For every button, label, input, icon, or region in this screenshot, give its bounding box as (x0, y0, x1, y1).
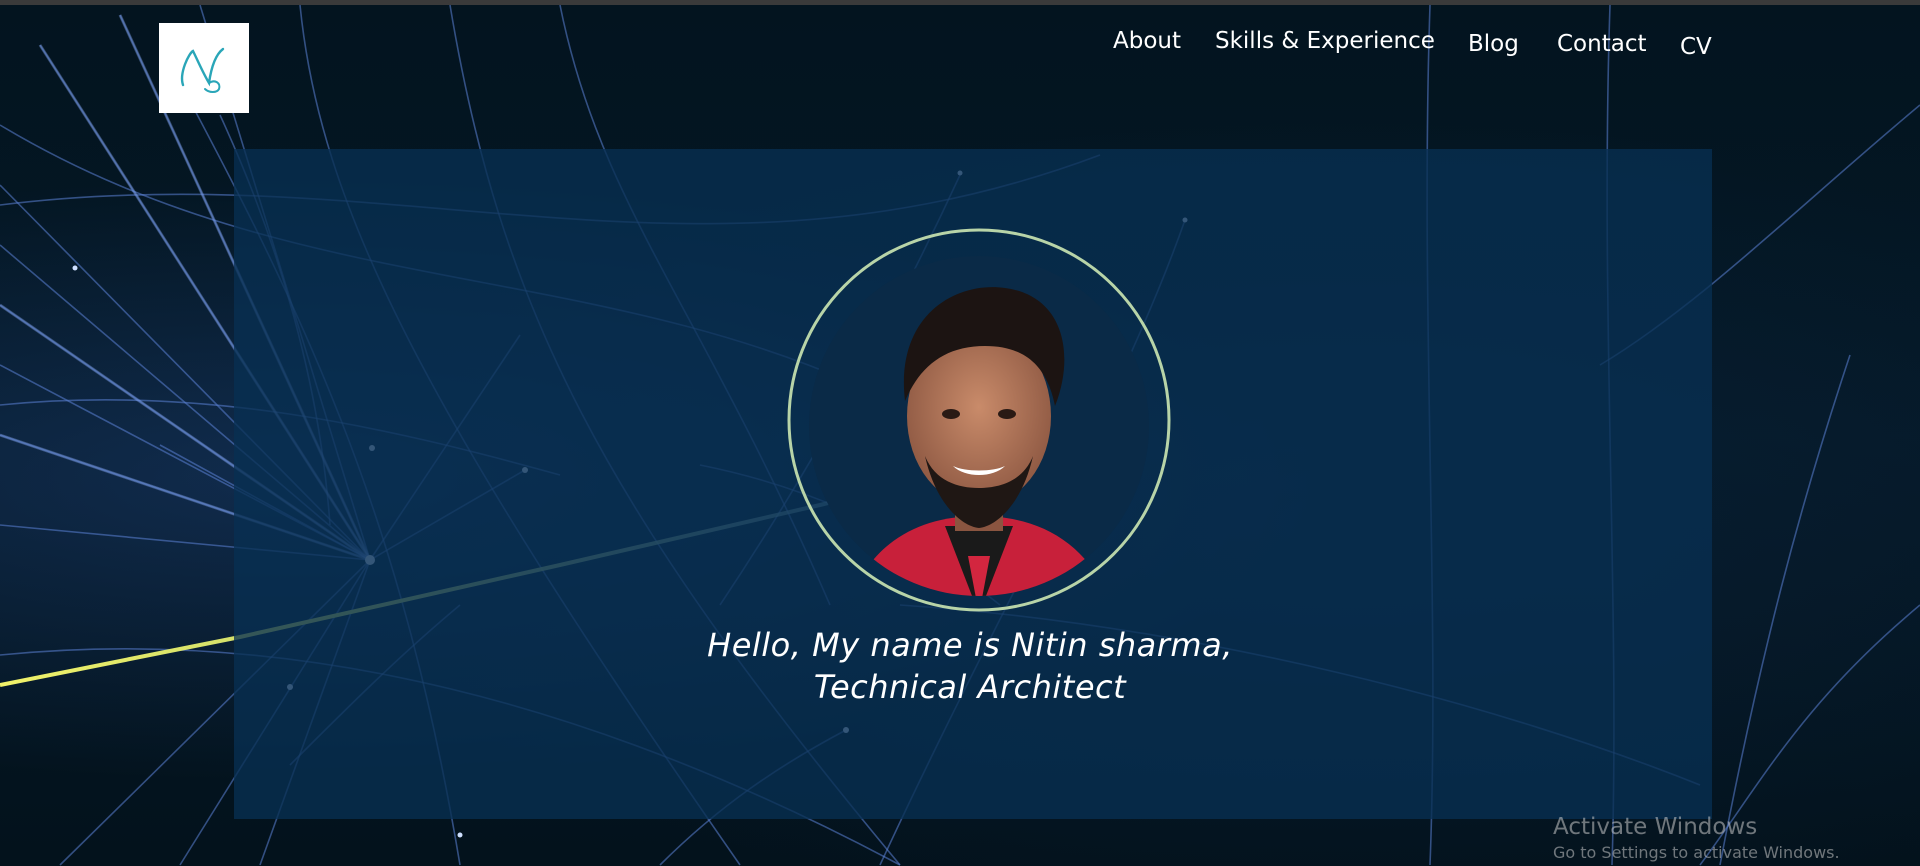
main-nav: About Skills & Experience Blog Contact C… (1100, 24, 1720, 64)
nav-contact[interactable]: Contact (1557, 31, 1646, 57)
greeting-line-name: Hello, My name is Nitin sharma, (707, 626, 1233, 664)
nav-blog[interactable]: Blog (1468, 31, 1519, 57)
nitin-monogram-logo-icon (180, 47, 225, 93)
watermark-subtitle: Go to Settings to activate Windows. (1553, 843, 1840, 862)
profile-avatar (785, 226, 1173, 614)
nav-cv[interactable]: CV (1680, 34, 1712, 60)
greeting-line-title: Technical Architect (813, 668, 1127, 706)
watermark-title: Activate Windows (1553, 814, 1758, 840)
nav-about[interactable]: About (1113, 28, 1181, 54)
windows-activation-watermark: Activate Windows Go to Settings to activ… (1553, 812, 1840, 864)
nav-skills-experience[interactable]: Skills & Experience (1215, 28, 1435, 54)
site-logo[interactable] (159, 23, 249, 113)
hero-greeting: Hello, My name is Nitin sharma, Technica… (620, 624, 1320, 708)
